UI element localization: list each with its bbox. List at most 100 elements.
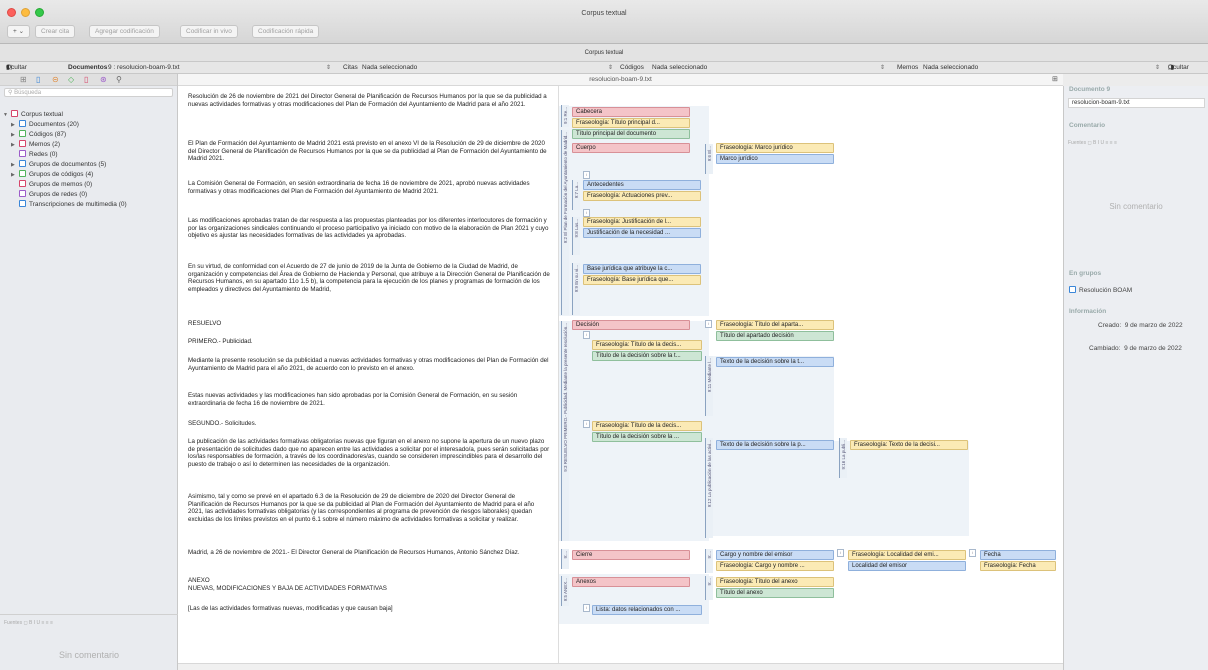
networks-filter-icon[interactable]: ⊛ — [100, 75, 107, 85]
code-tag[interactable]: Fraseología: Título del anexo — [716, 577, 834, 587]
quotation-bracket[interactable]: 9:... — [705, 576, 713, 600]
sidebar-tree-item[interactable]: Grupos de redes (0) — [11, 190, 87, 198]
sidebar-tree-item[interactable]: ▶ Grupos de códigos (4) — [11, 170, 93, 178]
quotation-bracket[interactable]: 9:... — [705, 549, 713, 573]
quotation-region — [834, 441, 969, 536]
code-tag[interactable]: Fraseología: Localidad del emi... — [848, 550, 966, 560]
create-quote-button[interactable]: Crear cita — [35, 25, 76, 38]
code-tag[interactable]: Texto de la decisión sobre la p... — [716, 440, 834, 450]
expand-icon[interactable]: ⊞ — [1052, 75, 1058, 83]
quotation-bracket[interactable]: 9:6 El... — [705, 144, 713, 174]
quotations-filter-icon[interactable]: ⊝ — [52, 75, 59, 85]
code-tag[interactable]: Fraseología: Título de la decis... — [592, 340, 702, 350]
code-tag[interactable]: Texto de la decisión sobre la t... — [716, 357, 834, 367]
search-icon[interactable]: ⚲ — [116, 75, 122, 85]
memo-icon[interactable]: i — [705, 320, 712, 328]
memo-icon[interactable]: i — [583, 209, 590, 217]
disclosure-icon[interactable]: ▶ — [11, 132, 19, 138]
sidebar-tree-item[interactable]: Transcripciones de multimedia (0) — [11, 200, 127, 208]
quotation-bracket[interactable]: 9:2 El Plan de Formación del Ayuntamient… — [561, 130, 569, 315]
sidebar-tree-item[interactable]: Grupos de memos (0) — [11, 180, 92, 188]
code-tag[interactable]: Título principal del documento — [572, 129, 690, 139]
quotation-bracket[interactable]: 9:... — [561, 549, 569, 569]
code-tag[interactable]: Fraseología: Justificación de l... — [583, 217, 701, 227]
code-tag[interactable]: Cargo y nombre del emisor — [716, 550, 834, 560]
disclosure-icon[interactable]: ▶ — [11, 142, 19, 148]
quotation-bracket[interactable]: 9:11 Mediante l... — [705, 356, 713, 416]
search-input[interactable]: ⚲ Búsqueda — [4, 88, 173, 97]
memo-icon[interactable]: i — [583, 331, 590, 339]
project-icon — [11, 110, 18, 117]
code-tag[interactable]: Fraseología: Texto de la decisi... — [850, 440, 968, 450]
code-tag[interactable]: Justificación de la necesidad ... — [583, 228, 701, 238]
code-tag[interactable]: Fraseología: Marco jurídico — [716, 143, 834, 153]
tree-root[interactable]: ▼ Corpus textual — [3, 110, 63, 118]
memos-selector[interactable]: Nada seleccionado — [923, 62, 978, 74]
code-tag[interactable]: Fraseología: Base jurídica que... — [583, 275, 701, 285]
code-tag[interactable]: Fraseología: Cargo y nombre ... — [716, 561, 834, 571]
code-tag[interactable]: Título del anexo — [716, 588, 834, 598]
memo-icon[interactable]: i — [837, 549, 844, 557]
citas-selector[interactable]: Nada seleccionado — [362, 62, 417, 74]
document-text-area[interactable]: Resolución de 26 de noviembre de 2021 de… — [178, 86, 558, 670]
code-tag[interactable]: Título de la decisión sobre la ... — [592, 432, 702, 442]
quotation-bracket[interactable]: 9:12 La publicación de las activi... — [705, 438, 713, 538]
item-type-icon — [19, 130, 26, 137]
documents-filter-icon[interactable]: ▯ — [36, 75, 40, 85]
item-type-icon — [19, 120, 26, 127]
quotation-bracket[interactable]: 9:9 En su vi... — [572, 263, 580, 315]
code-tag[interactable]: Cierre — [572, 550, 690, 560]
quotation-bracket[interactable]: 9:7 La... — [572, 180, 580, 210]
code-tag[interactable]: Fraseología: Título del aparta... — [716, 320, 834, 330]
quick-coding-button[interactable]: Codificación rápida — [252, 25, 320, 38]
code-tag[interactable]: Localidad del emisor — [848, 561, 966, 571]
quotation-bracket[interactable]: 9:3 RESUELVO PRIMERO.- Publicidad. Media… — [561, 321, 569, 541]
code-tag[interactable]: Fraseología: Título de la decis... — [592, 421, 702, 431]
sidebar-tree-item[interactable]: ▶ Documentos (20) — [11, 120, 79, 128]
code-tag[interactable]: Cuerpo — [572, 143, 690, 153]
code-tag[interactable]: Fraseología: Título principal d... — [572, 118, 690, 128]
quotation-bracket[interactable]: 9:1 Re... — [561, 105, 569, 127]
code-in-vivo-button[interactable]: Codificar in vivo — [180, 25, 238, 38]
code-tag[interactable]: Título del apartado decisión — [716, 331, 834, 341]
sidebar-tree-item[interactable]: ▶ Grupos de documentos (5) — [11, 160, 106, 168]
code-tag[interactable]: Lista: datos relacionados con ... — [592, 605, 702, 615]
codes-filter-icon[interactable]: ◇ — [68, 75, 74, 85]
sidebar-item-label: Memos (2) — [29, 141, 61, 148]
disclosure-icon[interactable]: ▶ — [11, 172, 19, 178]
quotation-bracket[interactable]: 9:8 Las... — [572, 217, 580, 255]
code-tag[interactable]: Base jurídica que atribuye la c... — [583, 264, 701, 274]
memo-icon[interactable]: i — [583, 171, 590, 179]
quotation-bracket[interactable]: 9:5 ANEX... — [561, 576, 569, 606]
code-tag[interactable]: Cabecera — [572, 107, 690, 117]
disclosure-icon[interactable]: ▶ — [11, 162, 19, 168]
paragraph: ANEXO NUEVAS, MODIFICACIONES Y BAJA DE A… — [188, 577, 387, 592]
sidebar-tree-item[interactable]: ▶ Códigos (87) — [11, 130, 66, 138]
codigos-selector[interactable]: Nada seleccionado — [652, 62, 707, 74]
code-tag[interactable]: Marco jurídico — [716, 154, 834, 164]
format-toolbar[interactable]: Fuentes ◻ B I U ≡ ≡ ≡ — [4, 620, 53, 626]
disclosure-icon[interactable]: ▶ — [11, 122, 19, 128]
quotation-bracket[interactable]: 9:16 La publi... — [839, 438, 847, 478]
all-items-icon[interactable]: ⊞ — [20, 75, 27, 85]
code-tag[interactable]: Título de la decisión sobre la t... — [592, 351, 702, 361]
code-tag[interactable]: Fecha — [980, 550, 1056, 560]
format-toolbar[interactable]: Fuentes ◻ B I U ≡ ≡ ≡ — [1068, 140, 1117, 146]
code-tag[interactable]: Antecedentes — [583, 180, 701, 190]
code-tag[interactable]: Anexos — [572, 577, 690, 587]
memo-icon[interactable]: i — [583, 420, 590, 428]
memo-icon[interactable]: i — [969, 549, 976, 557]
code-tag[interactable]: Fraseología: Actuaciones prev... — [583, 191, 701, 201]
group-item[interactable]: Resolución BOAM — [1069, 286, 1132, 294]
code-tag[interactable]: Fraseología: Fecha — [980, 561, 1056, 571]
memos-filter-icon[interactable]: ▯ — [84, 75, 88, 85]
sidebar-tree-item[interactable]: Redes (0) — [11, 150, 58, 158]
document-selector[interactable]: 9 : resolucion-boam-9.txt — [108, 62, 180, 74]
memo-icon[interactable]: i — [583, 604, 590, 612]
sidebar-tree-item[interactable]: ▶ Memos (2) — [11, 140, 60, 148]
add-dropdown-button[interactable]: + ⌄ — [7, 25, 31, 38]
code-tag[interactable]: Decisión — [572, 320, 690, 330]
document-name-field[interactable]: resolucion-boam-9.txt — [1068, 98, 1205, 108]
paragraph: El Plan de Formación del Ayuntamiento de… — [188, 140, 547, 163]
add-coding-button[interactable]: Agregar codificación — [89, 25, 160, 38]
